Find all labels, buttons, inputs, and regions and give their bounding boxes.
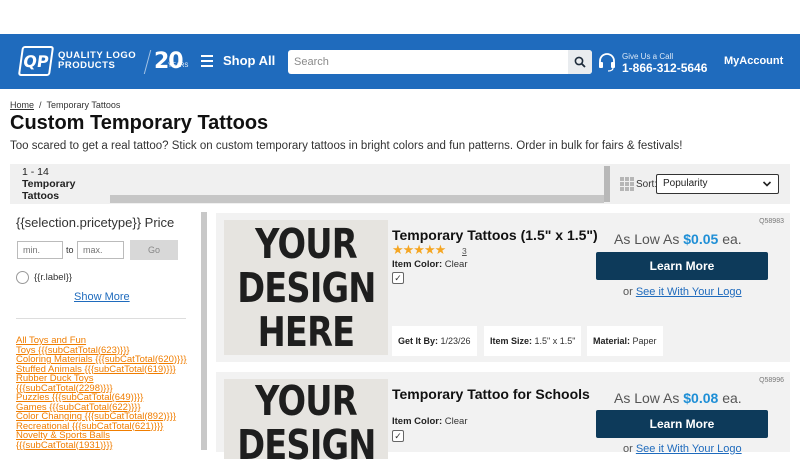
sidebar-divider bbox=[16, 318, 186, 319]
shop-all-link[interactable]: Shop All bbox=[223, 53, 275, 68]
see-logo-line: or See it With Your Logo bbox=[623, 286, 742, 298]
product-image[interactable]: YOUR DESIGN HERE bbox=[224, 220, 388, 355]
headset-icon bbox=[599, 53, 615, 72]
item-color-value: Clear bbox=[444, 259, 468, 270]
learn-more-button[interactable]: Learn More bbox=[596, 410, 768, 438]
image-text-line: DESIGN bbox=[236, 263, 376, 312]
see-with-logo-link[interactable]: See it With Your Logo bbox=[636, 286, 742, 298]
my-account-link[interactable]: MyAccount bbox=[724, 55, 783, 67]
logo-line-2: PRODUCTS bbox=[58, 60, 116, 71]
logo-divider bbox=[143, 50, 152, 74]
search-input[interactable] bbox=[288, 50, 568, 74]
results-count: 1 - 14 Temporary Tattoos bbox=[22, 166, 76, 202]
item-color-label: Item Color: bbox=[392, 259, 443, 270]
product-card[interactable]: Q58996 YOUR DESIGN Temporary Tattoo for … bbox=[216, 372, 790, 467]
phone-number[interactable]: 1-866-312-5646 bbox=[622, 61, 707, 75]
item-color: Item Color: Clear bbox=[392, 416, 467, 427]
price-line: As Low As $0.08 ea. bbox=[614, 390, 742, 406]
results-range: 1 - 14 bbox=[22, 166, 49, 178]
item-size-label: Item Size: bbox=[490, 336, 533, 346]
breadcrumb-separator: / bbox=[39, 100, 42, 110]
price-radio-label: {{r.label}} bbox=[34, 272, 73, 283]
price-suffix: ea. bbox=[722, 231, 742, 247]
color-swatch-check-icon[interactable]: ✓ bbox=[392, 272, 404, 284]
material-value: Paper bbox=[632, 336, 657, 346]
see-with-logo-link[interactable]: See it With Your Logo bbox=[636, 443, 742, 455]
price-prefix: As Low As bbox=[614, 390, 680, 406]
get-it-by-label: Get It By: bbox=[398, 336, 439, 346]
price-to-label: to bbox=[66, 245, 74, 255]
search-icon bbox=[574, 56, 586, 68]
price-go-button[interactable]: Go bbox=[130, 240, 178, 260]
price-line: As Low As $0.05 ea. bbox=[614, 231, 742, 247]
hamburger-menu-icon[interactable] bbox=[201, 55, 213, 67]
sidebar-scrollbar[interactable] bbox=[201, 212, 207, 450]
sort-label: Sort: bbox=[636, 179, 658, 190]
logo-mark[interactable]: QP bbox=[17, 46, 55, 76]
color-swatch-check-icon[interactable]: ✓ bbox=[392, 430, 404, 442]
sort-dropdown[interactable]: Popularity bbox=[656, 174, 779, 194]
price-radio[interactable] bbox=[16, 271, 29, 284]
review-count-link[interactable]: 3 bbox=[462, 246, 467, 256]
learn-more-button[interactable]: Learn More bbox=[596, 252, 768, 280]
get-it-by-value: 1/23/26 bbox=[440, 336, 471, 346]
image-text-line: YOUR bbox=[255, 219, 357, 268]
results-category-line-1: Temporary bbox=[22, 178, 76, 190]
search-bar bbox=[288, 50, 592, 74]
logo-mark-text: QP bbox=[21, 51, 50, 71]
price-max-input[interactable] bbox=[77, 241, 124, 259]
grid-view-icon[interactable] bbox=[620, 177, 634, 191]
product-image[interactable]: YOUR DESIGN bbox=[224, 377, 388, 467]
price-suffix: ea. bbox=[722, 390, 742, 406]
horizontal-scrollbar[interactable] bbox=[110, 195, 604, 203]
product-sku: Q58983 bbox=[759, 218, 784, 225]
material-label: Material: bbox=[593, 336, 631, 346]
get-it-by-box: Get It By: 1/23/26 bbox=[392, 326, 477, 356]
show-more-link[interactable]: Show More bbox=[74, 291, 130, 303]
product-name[interactable]: Temporary Tattoo for Schools bbox=[392, 386, 590, 402]
page-description: Too scared to get a real tattoo? Stick o… bbox=[10, 140, 683, 152]
logo-text[interactable]: QUALITY LOGO PRODUCTS bbox=[58, 51, 136, 71]
filter-sidebar: {{selection.pricetype}} Price to Go {{r.… bbox=[10, 210, 198, 450]
product-sku: Q58996 bbox=[759, 377, 784, 384]
category-link[interactable]: {{{subCatTotal(1931)}}} bbox=[16, 440, 196, 451]
price-min-input[interactable] bbox=[17, 241, 63, 259]
top-whitespace bbox=[0, 0, 800, 34]
price-prefix: As Low As bbox=[614, 231, 680, 247]
product-name[interactable]: Temporary Tattoos (1.5" x 1.5") bbox=[392, 227, 598, 243]
breadcrumb-current: Temporary Tattoos bbox=[46, 100, 121, 110]
or-text: or bbox=[623, 443, 633, 455]
search-button[interactable] bbox=[568, 50, 592, 74]
product-card[interactable]: Q58983 YOUR DESIGN HERE Temporary Tattoo… bbox=[216, 213, 790, 362]
anniversary-badge: 20 bbox=[154, 49, 184, 74]
material-box: Material: Paper bbox=[587, 326, 663, 356]
vertical-scrollbar[interactable] bbox=[604, 166, 610, 202]
chevron-down-icon bbox=[762, 181, 772, 187]
item-color: Item Color: Clear bbox=[392, 259, 467, 270]
price-value: $0.05 bbox=[683, 231, 719, 247]
star-rating-icon: ★★★★★ bbox=[392, 242, 446, 257]
image-text-line: HERE bbox=[257, 307, 356, 356]
see-logo-line: or See it With Your Logo bbox=[623, 443, 742, 455]
item-color-label: Item Color: bbox=[392, 416, 443, 427]
sort-selected-value: Popularity bbox=[663, 178, 708, 189]
category-list: All Toys and Fun Toys {{{subCatTotal(623… bbox=[16, 336, 196, 450]
price-value: $0.08 bbox=[683, 390, 719, 406]
price-filter-title: {{selection.pricetype}} Price bbox=[16, 215, 175, 230]
results-category-line-2: Tattoos bbox=[22, 190, 60, 202]
anniversary-sub: YEARS bbox=[168, 63, 189, 69]
call-label: Give Us a Call bbox=[622, 52, 674, 61]
item-size-box: Item Size: 1.5" x 1.5" bbox=[484, 326, 582, 356]
site-header: QP QUALITY LOGO PRODUCTS 20 YEARS Shop A… bbox=[0, 34, 800, 89]
image-text-line: YOUR bbox=[255, 377, 357, 425]
results-sort-bar: 1 - 14 Temporary Tattoos Sort: Popularit… bbox=[10, 164, 790, 204]
item-size-value: 1.5" x 1.5" bbox=[534, 336, 576, 346]
item-color-value: Clear bbox=[444, 416, 468, 427]
breadcrumb-home[interactable]: Home bbox=[10, 100, 34, 110]
breadcrumb: Home / Temporary Tattoos bbox=[10, 100, 120, 110]
or-text: or bbox=[623, 286, 633, 298]
page-title: Custom Temporary Tattoos bbox=[10, 112, 269, 134]
image-text-line: DESIGN bbox=[236, 421, 376, 469]
